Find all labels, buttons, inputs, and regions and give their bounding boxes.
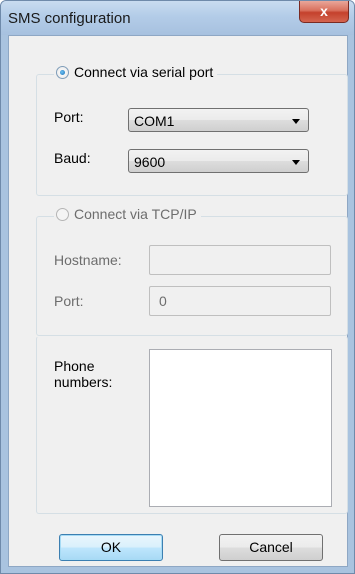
tcp-port-input[interactable]: 0 bbox=[149, 286, 331, 316]
radio-checked-icon[interactable] bbox=[56, 65, 69, 79]
baud-label: Baud: bbox=[54, 150, 91, 166]
serial-port-group bbox=[36, 74, 348, 196]
serial-port-radio-label: Connect via serial port bbox=[74, 64, 214, 80]
serial-port-label: Port: bbox=[54, 109, 84, 125]
tcp-ip-group bbox=[36, 216, 348, 336]
tcp-ip-radio[interactable]: Connect via TCP/IP bbox=[54, 206, 201, 222]
port-select-value: COM1 bbox=[134, 113, 175, 129]
baud-select-value: 9600 bbox=[134, 154, 166, 170]
title-bar[interactable]: SMS configuration x bbox=[1, 1, 354, 35]
phone-numbers-textarea[interactable] bbox=[149, 349, 332, 507]
tcp-ip-radio-label: Connect via TCP/IP bbox=[74, 206, 197, 222]
baud-select[interactable]: 9600 bbox=[128, 149, 309, 173]
dialog-body: Connect via serial port Port: COM1 Baud:… bbox=[8, 35, 348, 567]
tcp-port-input-value: 0 bbox=[159, 293, 167, 309]
hostname-label: Hostname: bbox=[54, 252, 122, 268]
serial-port-radio[interactable]: Connect via serial port bbox=[54, 64, 218, 80]
radio-unchecked-icon[interactable] bbox=[56, 207, 69, 221]
sms-configuration-dialog: SMS configuration x Connect via serial p… bbox=[0, 0, 355, 574]
cancel-button[interactable]: Cancel bbox=[219, 534, 323, 561]
close-icon: x bbox=[320, 3, 328, 19]
chevron-down-icon[interactable] bbox=[292, 160, 300, 165]
phone-numbers-label: Phone numbers: bbox=[54, 358, 113, 390]
hostname-input[interactable] bbox=[149, 245, 331, 275]
port-select[interactable]: COM1 bbox=[128, 108, 309, 132]
tcp-port-label: Port: bbox=[54, 293, 84, 309]
ok-button[interactable]: OK bbox=[59, 534, 163, 561]
close-button[interactable]: x bbox=[299, 1, 349, 23]
window-title: SMS configuration bbox=[8, 10, 131, 27]
chevron-down-icon[interactable] bbox=[292, 119, 300, 124]
